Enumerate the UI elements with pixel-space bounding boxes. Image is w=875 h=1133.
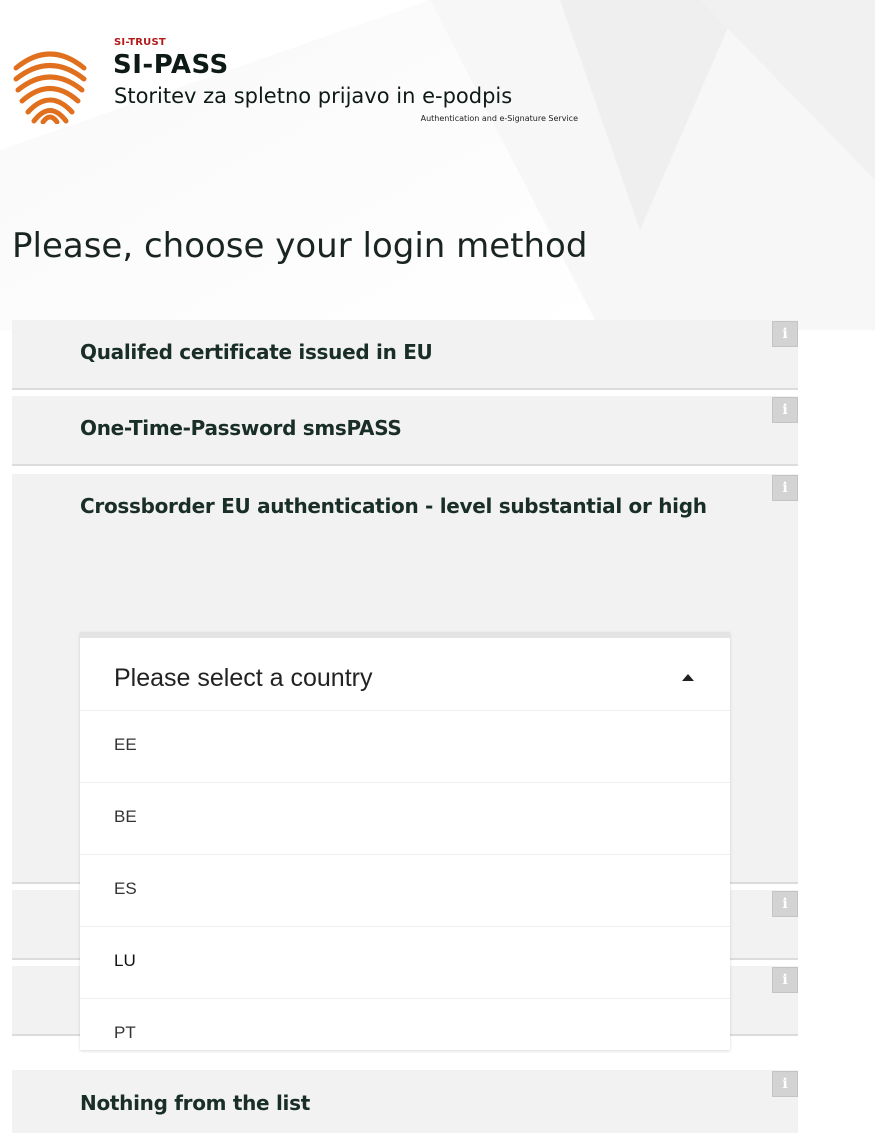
country-option-label: PT [114,1023,136,1042]
brand-owner: SI-TRUST [114,37,166,48]
country-option[interactable]: ES [80,854,730,926]
info-icon[interactable]: i [772,891,798,917]
method-qualified-certificate[interactable]: Qualifed certificate issued in EU i [12,320,798,390]
country-select-placeholder: Please select a country [114,664,373,692]
brand-subtitle-english: Authentication and e-Signature Service [420,114,578,123]
info-icon[interactable]: i [772,475,798,501]
method-label: Crossborder EU authentication - level su… [80,494,707,518]
brand-subtitle: Storitev za spletno prijavo in e-podpis [114,84,513,108]
info-icon[interactable]: i [772,1071,798,1097]
country-select-toggle[interactable]: Please select a country [80,632,730,710]
fingerprint-icon [10,38,90,125]
method-sms-otp[interactable]: One-Time-Password smsPASS i [12,396,798,466]
caret-up-icon [682,674,694,681]
country-option-label: BE [114,807,137,826]
method-label: Qualifed certificate issued in EU [80,340,433,364]
method-nothing-from-list[interactable]: Nothing from the list i [12,1070,798,1133]
info-icon[interactable]: i [772,397,798,423]
info-icon[interactable]: i [772,321,798,347]
page-title: Please, choose your login method [12,226,588,266]
brand-name: SI-PASS [113,50,229,80]
info-icon[interactable]: i [772,967,798,993]
country-option-label: ES [114,879,137,898]
country-option[interactable]: BE [80,782,730,854]
country-option-label: LU [114,951,136,970]
method-label: Nothing from the list [80,1091,310,1115]
country-select[interactable]: Please select a country EE BE ES LU PT [80,632,730,1050]
country-option-label: EE [114,735,137,754]
country-option[interactable]: LU [80,926,730,998]
method-label: One-Time-Password smsPASS [80,416,402,440]
country-option[interactable]: EE [80,710,730,782]
country-option[interactable]: PT [80,998,730,1050]
